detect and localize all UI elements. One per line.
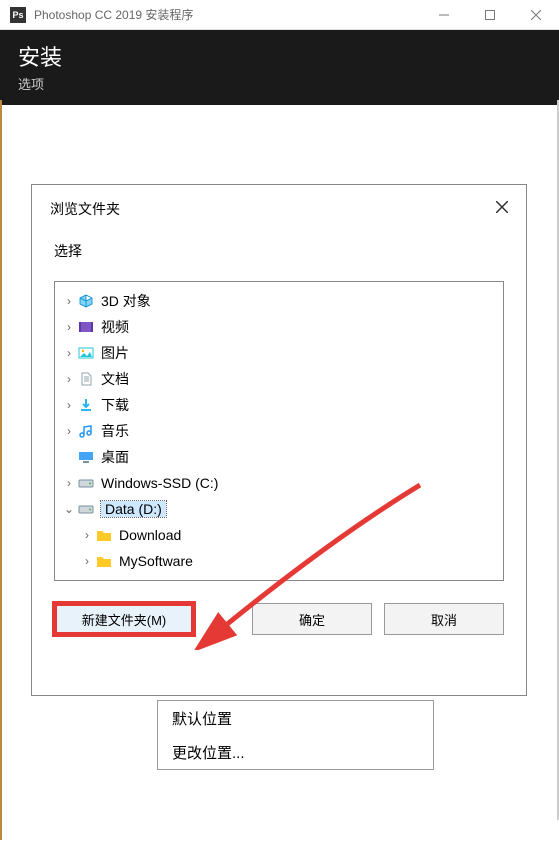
window-titlebar: Ps Photoshop CC 2019 安装程序 [0,0,559,30]
tree-item-label: Windows-SSD (C:) [101,475,218,491]
maximize-button[interactable] [467,0,513,30]
tree-item-label: 文档 [101,369,129,389]
tree-item-label: MySoftware [119,553,193,569]
tree-item[interactable]: › Windows-SSD (C:) [57,470,501,496]
dialog-title: 浏览文件夹 [50,199,496,219]
app-icon: Ps [10,7,26,23]
tree-item[interactable]: › 下载 [57,392,501,418]
chevron-right-icon[interactable]: › [61,476,77,490]
download-icon [77,397,95,413]
header-title: 安装 [18,40,541,72]
folder-icon [95,527,113,543]
tree-item-label: 图片 [101,343,129,363]
browse-folder-dialog: 浏览文件夹 选择 › 3D 对象 › 视频 › 图片 › 文档 › 下载 › 音乐桌面 › Windows… [31,184,527,696]
video-icon [77,319,95,335]
tree-item[interactable]: › 图片 [57,340,501,366]
tree-item[interactable]: 桌面 [57,444,501,470]
document-icon [77,371,95,387]
music-icon [77,423,95,439]
left-edge [0,100,2,840]
drive-icon [77,475,95,491]
tree-item[interactable]: › 文档 [57,366,501,392]
location-dropdown: 默认位置 更改位置... [157,700,434,770]
tree-item[interactable]: › MySoftware [57,548,501,574]
folder-icon [95,553,113,569]
picture-icon [77,345,95,361]
tree-item-label: Download [119,527,181,543]
chevron-right-icon[interactable]: › [61,424,77,438]
window-title: Photoshop CC 2019 安装程序 [34,6,421,23]
new-folder-label: 新建文件夹(M) [82,610,167,629]
ok-label: 确定 [299,610,325,629]
chevron-right-icon[interactable]: › [79,554,95,568]
tree-item[interactable]: › 视频 [57,314,501,340]
chevron-right-icon[interactable]: › [61,346,77,360]
dialog-close-button[interactable] [496,200,508,218]
cube-icon [77,293,95,309]
ok-button[interactable]: 确定 [252,603,372,635]
cancel-label: 取消 [431,610,457,629]
tree-item[interactable]: › Download [57,522,501,548]
chevron-right-icon[interactable]: › [61,398,77,412]
new-folder-button[interactable]: 新建文件夹(M) [54,603,194,635]
folder-tree[interactable]: › 3D 对象 › 视频 › 图片 › 文档 › 下载 › 音乐桌面 › Windows-SSD (C:)… [54,281,504,581]
tree-item-label: 桌面 [101,447,129,467]
minimize-button[interactable] [421,0,467,30]
tree-item-label: 下载 [101,395,129,415]
chevron-right-icon[interactable]: › [61,320,77,334]
header-subtitle: 选项 [18,74,541,93]
tree-item[interactable]: › 3D 对象 [57,288,501,314]
tree-item-label: 3D 对象 [101,291,151,311]
dropdown-change[interactable]: 更改位置... [158,735,433,769]
dropdown-default[interactable]: 默认位置 [158,701,433,735]
cancel-button[interactable]: 取消 [384,603,504,635]
chevron-right-icon[interactable]: › [79,528,95,542]
tree-item-label: 视频 [101,317,129,337]
tree-item-label: Data (D:) [101,501,166,517]
desktop-icon [77,449,95,465]
install-header: 安装 选项 [0,30,559,105]
chevron-right-icon[interactable]: › [61,372,77,386]
dialog-instruction: 选择 [32,219,526,269]
tree-item[interactable]: ⌄ Data (D:) [57,496,501,522]
tree-item-label: 音乐 [101,421,129,441]
tree-item[interactable]: › 音乐 [57,418,501,444]
chevron-down-icon[interactable]: ⌄ [61,502,77,516]
drive-icon [77,501,95,517]
chevron-right-icon[interactable]: › [61,294,77,308]
close-button[interactable] [513,0,559,30]
tree-item[interactable]: ›Work (E:) [57,574,501,581]
